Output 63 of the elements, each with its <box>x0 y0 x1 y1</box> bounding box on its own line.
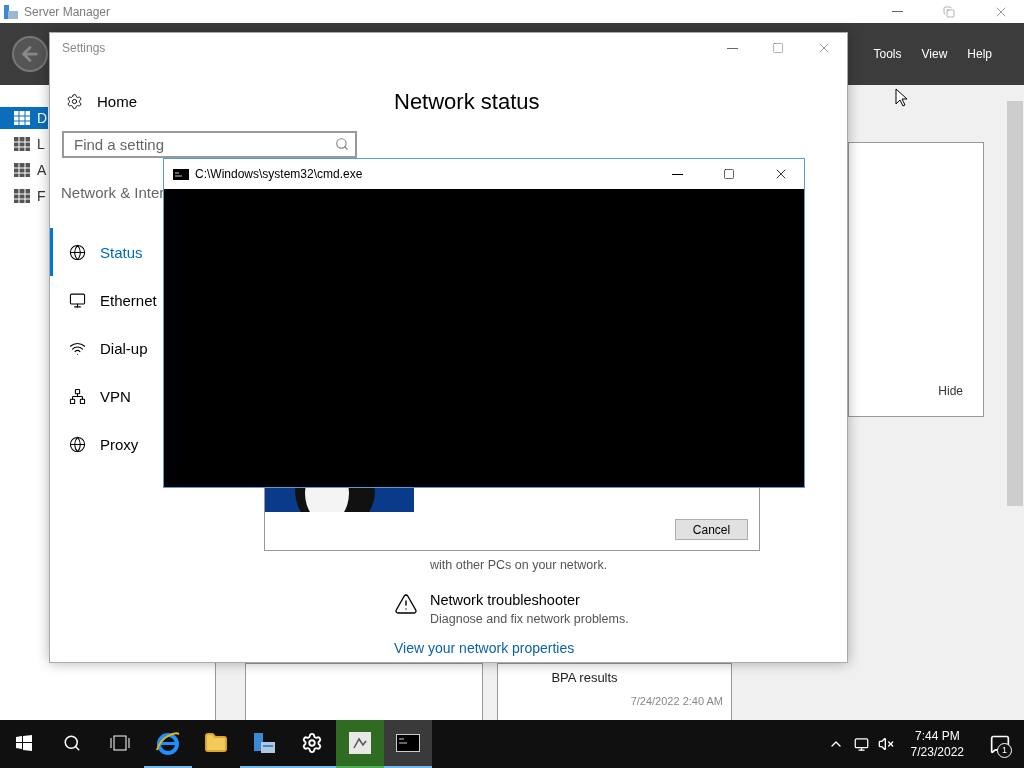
network-icon <box>69 387 86 405</box>
troubleshooter-title[interactable]: Network troubleshooter <box>430 592 629 608</box>
search-field[interactable]: Find a setting <box>62 131 357 158</box>
tile-title: BPA results <box>551 670 618 685</box>
settings-icon <box>66 92 83 110</box>
maximize-icon <box>772 42 784 54</box>
menu-item[interactable]: Help <box>957 47 1002 61</box>
section-title: Network & Inter <box>61 184 166 201</box>
nav-item[interactable]: A <box>0 159 48 181</box>
windows-icon <box>16 735 32 751</box>
restore-icon <box>943 5 955 18</box>
tile-icon <box>14 111 30 125</box>
nav-item[interactable]: Dial-up <box>50 324 163 372</box>
back-button[interactable] <box>12 36 48 72</box>
app-icon <box>348 731 372 755</box>
globe-icon <box>69 243 86 261</box>
minimize-icon <box>671 173 683 175</box>
message-icon <box>990 734 1010 754</box>
globe-icon <box>69 435 86 453</box>
notification-button[interactable]: 1 <box>976 720 1024 768</box>
page-heading: Network status <box>394 89 541 115</box>
task-view-icon <box>110 735 130 751</box>
minimize-icon <box>726 47 738 49</box>
search-icon <box>335 137 349 151</box>
browser-icon <box>155 730 181 756</box>
window-title: C:\Windows\system32\cmd.exe <box>195 167 364 181</box>
network-properties-link[interactable]: View your network properties <box>394 640 847 656</box>
tile-icon <box>14 163 30 177</box>
maximize-icon <box>723 168 735 180</box>
terminal-icon <box>396 734 420 752</box>
folder-icon <box>204 731 228 755</box>
cancel-button[interactable]: Cancel <box>675 519 748 540</box>
server-manager-icon <box>4 4 18 19</box>
monitor-icon <box>853 736 869 752</box>
warning-icon <box>394 592 418 616</box>
tile-timestamp: 7/24/2022 2:40 AM <box>630 695 723 707</box>
troubleshooter-description: Diagnose and fix network problems. <box>430 612 629 626</box>
home-item[interactable]: Home <box>66 89 370 113</box>
window-title: Server Manager <box>24 4 112 19</box>
settings-icon <box>301 732 323 754</box>
search-icon <box>63 734 81 752</box>
notification-count: 1 <box>997 743 1012 758</box>
terminal-icon <box>173 168 189 180</box>
nav-item[interactable]: Ethernet <box>50 276 163 324</box>
clock[interactable]: 7:44 PM 7/23/2022 <box>898 720 976 768</box>
menu-item[interactable]: Tools <box>863 47 912 61</box>
mouse-pointer-icon <box>895 88 907 107</box>
taskbar-app[interactable] <box>384 720 432 768</box>
tile-icon <box>14 137 30 151</box>
tile-icon <box>14 189 30 203</box>
server-icon <box>251 730 277 756</box>
window-title: Settings <box>62 41 107 55</box>
homegroup-description: with other PCs on your network. <box>430 557 609 574</box>
nav-item[interactable]: D <box>0 107 48 129</box>
nav-item[interactable]: L <box>0 133 48 155</box>
nav-item[interactable]: Proxy <box>50 420 163 468</box>
nav-item[interactable]: VPN <box>50 372 163 420</box>
hide-link[interactable]: Hide <box>938 384 963 398</box>
nav-item[interactable]: F <box>0 185 48 207</box>
menu-item[interactable]: View <box>911 47 958 61</box>
speaker-muted-icon <box>878 736 895 752</box>
minimize-icon <box>891 11 903 12</box>
monitor-icon <box>69 291 86 309</box>
